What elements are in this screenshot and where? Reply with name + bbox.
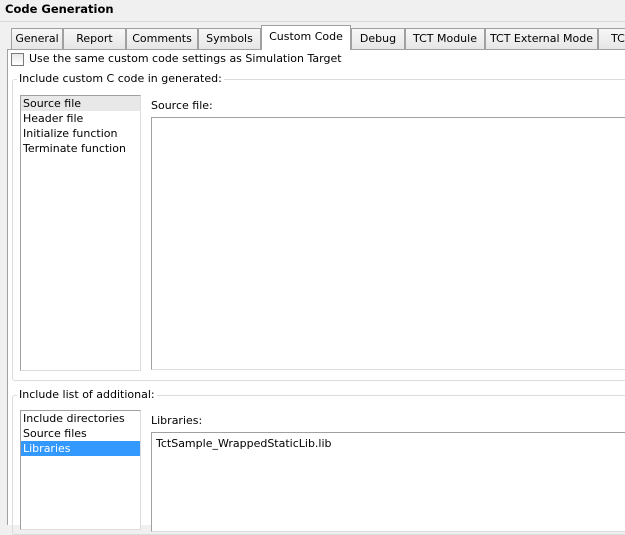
tab-report[interactable]: Report <box>63 28 126 49</box>
list-item-source-files[interactable]: Source files <box>21 426 140 441</box>
list-item-source-file[interactable]: Source file <box>21 96 140 111</box>
tab-comments[interactable]: Comments <box>126 28 198 49</box>
libraries-label: Libraries: <box>151 414 203 427</box>
additional-list[interactable]: Include directories Source files Librari… <box>20 410 141 530</box>
custom-code-legend: Include custom C code in generated: <box>17 72 224 85</box>
title-divider <box>0 21 625 22</box>
list-item-include-directories[interactable]: Include directories <box>21 411 140 426</box>
libraries-editor[interactable]: TctSample_WrappedStaticLib.lib <box>151 432 625 532</box>
list-item-initialize-function[interactable]: Initialize function <box>21 126 140 141</box>
tab-tct-external-mode[interactable]: TCT External Mode <box>485 28 598 49</box>
list-item-terminate-function[interactable]: Terminate function <box>21 141 140 156</box>
same-settings-label: Use the same custom code settings as Sim… <box>29 52 342 65</box>
source-file-label: Source file: <box>151 99 213 112</box>
custom-code-list[interactable]: Source file Header file Initialize funct… <box>20 95 141 371</box>
window-title: Code Generation <box>5 2 114 16</box>
additional-legend: Include list of additional: <box>17 388 157 401</box>
tab-symbols[interactable]: Symbols <box>198 28 261 49</box>
source-file-editor[interactable] <box>151 117 625 370</box>
list-item-header-file[interactable]: Header file <box>21 111 140 126</box>
tab-general[interactable]: General <box>11 28 63 49</box>
tab-debug[interactable]: Debug <box>351 28 405 49</box>
same-settings-checkbox[interactable] <box>11 53 24 66</box>
tab-tc-truncated[interactable]: TC <box>598 28 625 49</box>
list-item-libraries[interactable]: Libraries <box>21 441 140 456</box>
tab-custom-code[interactable]: Custom Code <box>261 25 351 50</box>
tab-tct-module[interactable]: TCT Module <box>405 28 485 49</box>
